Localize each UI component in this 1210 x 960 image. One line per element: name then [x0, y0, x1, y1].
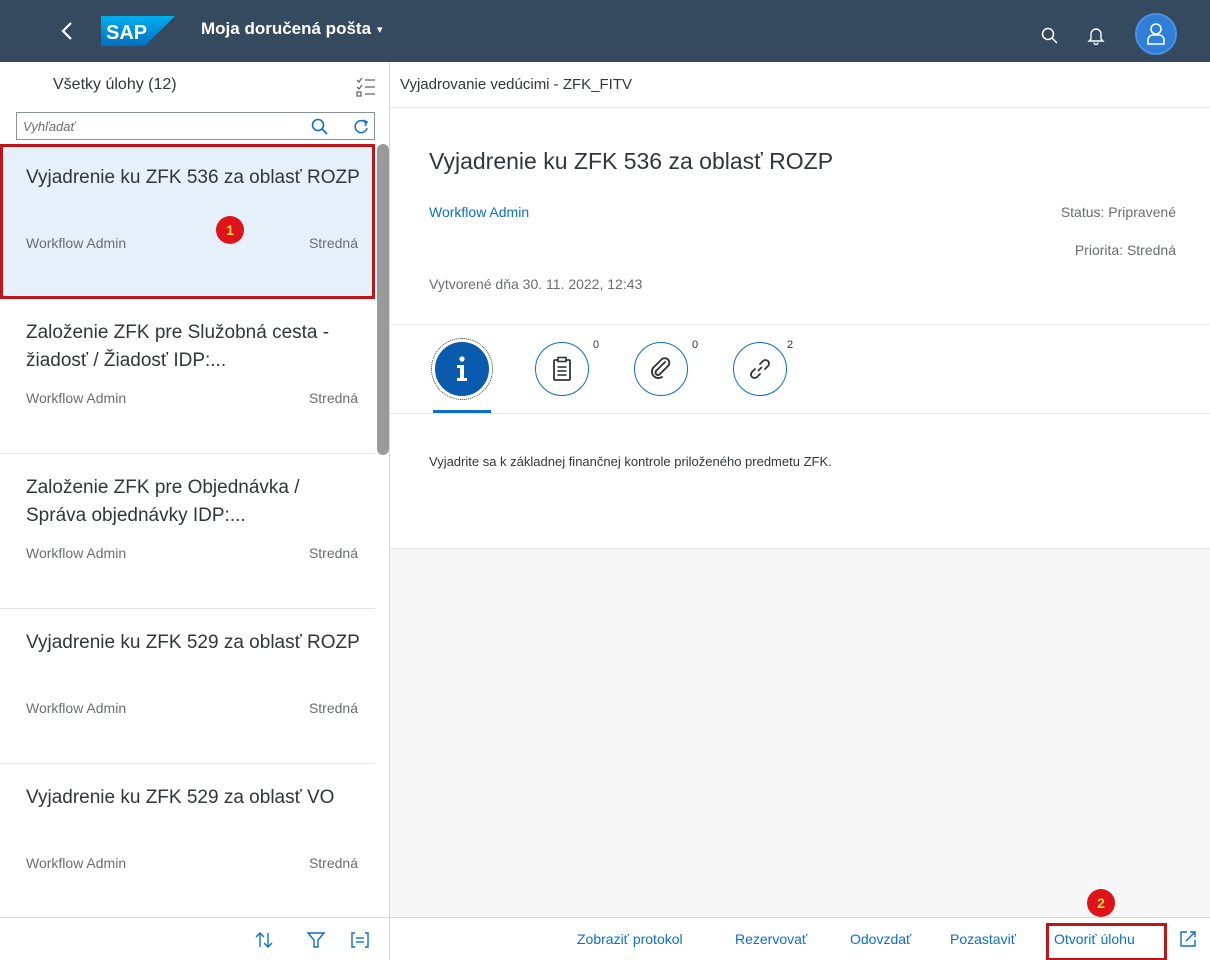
- user-avatar[interactable]: [1135, 13, 1177, 55]
- detail-footer-toolbar: Zobraziť protokol Rezervovať Odovzdať Po…: [390, 917, 1210, 960]
- person-icon: [1147, 23, 1165, 45]
- task-title: Vyjadrenie ku ZFK 536 za oblasť ROZP: [429, 148, 834, 174]
- refresh-icon[interactable]: [351, 117, 371, 137]
- list-item-priority: Stredná: [308, 390, 358, 406]
- forward-button[interactable]: Odovzdať: [850, 931, 911, 947]
- active-tab-indicator: [433, 410, 491, 413]
- detail-panel: Vyjadrovanie vedúcimi - ZFK_FITV Vyjadre…: [390, 62, 1210, 960]
- list-item-title: Vyjadrenie ku ZFK 529 za oblasť VO: [26, 787, 335, 808]
- status-text: Status: Pripravené: [1060, 204, 1176, 220]
- multi-select-icon[interactable]: [355, 76, 377, 98]
- link-icon: [750, 359, 770, 379]
- list-item[interactable]: Založenie ZFK pre Služobná cesta - žiado…: [0, 299, 375, 454]
- created-by-link[interactable]: Workflow Admin: [429, 204, 529, 220]
- search-field[interactable]: [16, 112, 375, 140]
- list-scrollbar-thumb[interactable]: [377, 144, 389, 455]
- open-task-button[interactable]: Otvoriť úlohu: [1054, 931, 1135, 947]
- master-header: Všetky úlohy (12): [0, 62, 389, 110]
- suspend-button[interactable]: Pozastaviť: [950, 931, 1016, 947]
- search-icon[interactable]: [1040, 26, 1060, 46]
- reserve-button[interactable]: Rezervovať: [735, 931, 807, 947]
- chevron-left-icon: [61, 22, 72, 40]
- search-icon[interactable]: [310, 117, 330, 137]
- master-title: Všetky úlohy (12): [53, 76, 177, 93]
- related-count: 2: [787, 339, 794, 351]
- tab-notes[interactable]: [535, 342, 589, 396]
- annotation-badge-1: 1: [216, 216, 244, 244]
- list-item-owner: Workflow Admin: [26, 545, 127, 561]
- show-log-button[interactable]: Zobraziť protokol: [577, 931, 683, 947]
- info-icon: [457, 356, 467, 381]
- object-header: Vyjadrenie ku ZFK 536 za oblasť ROZP Wor…: [390, 108, 1210, 324]
- back-button[interactable]: [56, 20, 78, 42]
- created-date: Vytvorené dňa 30. 11. 2022, 12:43: [429, 276, 643, 292]
- list-item-title: Vyjadrenie ku ZFK 529 za oblasť ROZP: [26, 632, 360, 653]
- bell-icon[interactable]: [1086, 25, 1106, 45]
- shell-bar: SAP Moja doručená pošta ▾: [0, 0, 1210, 62]
- icon-tab-bar: 0 0 2: [390, 324, 1210, 414]
- list-item-owner: Workflow Admin: [26, 855, 127, 871]
- attachments-count: 0: [692, 339, 699, 351]
- notes-icon: [553, 356, 571, 381]
- list-item-priority: Stredná: [308, 235, 358, 251]
- detail-header-bar: Vyjadrovanie vedúcimi - ZFK_FITV: [390, 62, 1210, 108]
- description-section: Vyjadrite sa k základnej finančnej kontr…: [390, 414, 1210, 549]
- notes-count: 0: [593, 339, 600, 351]
- app-title-menu[interactable]: Moja doručená pošta ▾: [201, 19, 383, 39]
- tab-related[interactable]: [733, 342, 787, 396]
- list-item[interactable]: Vyjadrenie ku ZFK 529 za oblasť VO Workf…: [0, 764, 375, 919]
- search-input[interactable]: [17, 118, 297, 134]
- list-item[interactable]: Vyjadrenie ku ZFK 536 za oblasť ROZP Wor…: [0, 144, 375, 299]
- list-item-owner: Workflow Admin: [26, 390, 127, 406]
- svg-text:SAP: SAP: [106, 22, 147, 44]
- task-description: Vyjadrite sa k základnej finančnej kontr…: [429, 454, 832, 469]
- list-item-priority: Stredná: [308, 700, 358, 716]
- caret-down-icon: ▾: [377, 23, 383, 36]
- list-item-priority: Stredná: [308, 855, 358, 871]
- priority-text: Priorita: Stredná: [1074, 242, 1176, 258]
- share-icon[interactable]: [1177, 928, 1199, 950]
- app-title: Moja doručená pošta: [201, 19, 372, 38]
- attachment-icon: [650, 357, 671, 380]
- sap-logo[interactable]: SAP: [101, 16, 175, 46]
- task-type-title: Vyjadrovanie vedúcimi - ZFK_FITV: [400, 76, 633, 93]
- list-item[interactable]: Založenie ZFK pre Objednávka / Správa ob…: [0, 454, 375, 609]
- tab-info[interactable]: [431, 338, 493, 400]
- list-item-title: Vyjadrenie ku ZFK 536 za oblasť ROZP: [26, 167, 360, 188]
- master-panel: Všetky úlohy (12) Vyjadrenie ku ZFK 536 …: [0, 62, 390, 960]
- list-item-owner: Workflow Admin: [26, 700, 127, 716]
- group-icon[interactable]: [349, 929, 371, 951]
- list-item-title: Založenie ZFK pre Objednávka / Správa ob…: [26, 477, 300, 526]
- master-footer-toolbar: [0, 917, 389, 960]
- task-list: Vyjadrenie ku ZFK 536 za oblasť ROZP Wor…: [0, 144, 375, 919]
- annotation-badge-2: 2: [1087, 889, 1115, 917]
- list-item-priority: Stredná: [308, 545, 358, 561]
- filter-icon[interactable]: [305, 929, 327, 951]
- list-item-owner: Workflow Admin: [26, 235, 127, 251]
- tab-attachments[interactable]: [634, 342, 688, 396]
- list-item-title: Založenie ZFK pre Služobná cesta - žiado…: [26, 322, 330, 371]
- list-item[interactable]: Vyjadrenie ku ZFK 529 za oblasť ROZP Wor…: [0, 609, 375, 764]
- sort-icon[interactable]: [253, 929, 275, 951]
